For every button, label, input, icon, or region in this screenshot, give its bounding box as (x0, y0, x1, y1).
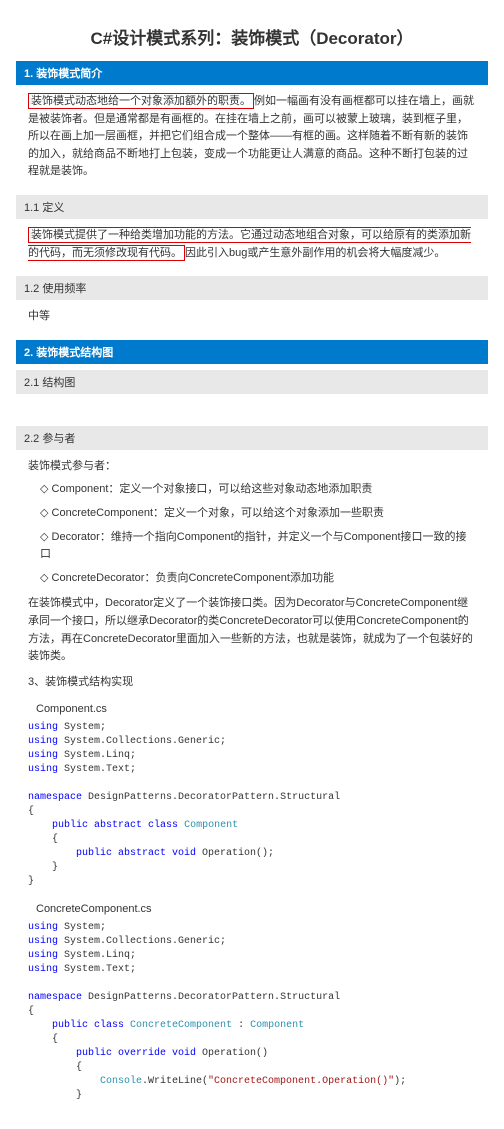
section-1-2: 1.2 使用频率 (16, 276, 488, 300)
section-1-2-body: 中等 (16, 300, 488, 334)
item-decorator: ◇ Decorator：维持一个指向Component的指针，并定义一个与Com… (28, 529, 476, 564)
p11b-text: 因此引入bug或产生意外副作用的机会将大幅度减少。 (185, 247, 445, 259)
section-2-1: 2.1 结构图 (16, 370, 488, 394)
item-concrete-decorator: ◇ ConcreteDecorator：负责向ConcreteComponent… (28, 570, 476, 588)
section-1-body: 装饰模式动态地给一个对象添加额外的职责。例如一幅画有没有画框都可以挂在墙上，画就… (16, 85, 488, 189)
file-label-1: Component.cs (16, 699, 488, 719)
section-2-2-body: 装饰模式参与者： ◇ Component：定义一个对象接口，可以给这些对象动态地… (16, 450, 488, 674)
participants-label: 装饰模式参与者： (28, 458, 476, 476)
code-block-2: using System; using System.Collections.G… (28, 921, 488, 1103)
item-component: ◇ Component：定义一个对象接口，可以给这些对象动态地添加职责 (28, 481, 476, 499)
section-1-1-body: 装饰模式提供了一种给类增加功能的方法。它通过动态地组合对象，可以给原有的类添加新… (16, 219, 488, 270)
file-label-2: ConcreteComponent.cs (16, 899, 488, 919)
section-3-header: 3、装饰模式结构实现 (16, 674, 488, 700)
section-2-header: 2. 装饰模式结构图 (16, 340, 488, 364)
page-title: C#设计模式系列：装饰模式（Decorator） (16, 24, 488, 49)
section-1-header: 1. 装饰模式简介 (16, 61, 488, 85)
section-1-1: 1.1 定义 (16, 195, 488, 219)
participants-summary: 在装饰模式中，Decorator定义了一个装饰接口类。因为Decorator与C… (28, 595, 476, 665)
diagram-placeholder (16, 394, 488, 420)
code-block-1: using System; using System.Collections.G… (28, 721, 488, 889)
section-2-2: 2.2 参与者 (16, 426, 488, 450)
item-concrete-component: ◇ ConcreteComponent：定义一个对象，可以给这个对象添加一些职责 (28, 505, 476, 523)
highlight-box-1: 装饰模式动态地给一个对象添加额外的职责。 (28, 93, 254, 109)
